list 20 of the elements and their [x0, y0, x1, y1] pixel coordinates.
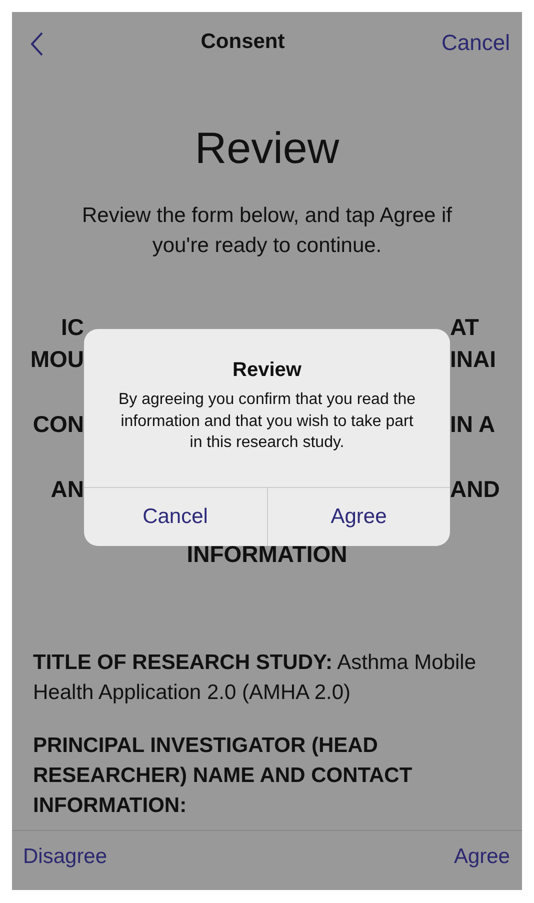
heading-text: AN — [50, 475, 84, 504]
heading-text: IN A — [450, 410, 496, 439]
alert-button[interactable]: Agree — [266, 488, 450, 546]
heading-text: CON — [32, 410, 84, 439]
page-title: Review — [194, 127, 340, 171]
section-text: TITLE OF RESEARCH STUDY: Asthma Mobile Health Application 2.0 (AMHA 2.0) — [33, 650, 477, 706]
heading-text: AT — [450, 313, 480, 342]
back-chevron-icon — [30, 32, 44, 56]
nav-title: Consent — [200, 29, 285, 56]
heading-text: INAI — [450, 345, 497, 374]
heading-text: IC — [60, 313, 84, 342]
agree-button[interactable]: Agree — [454, 840, 510, 872]
heading-text: MOU — [29, 345, 84, 374]
section-text: PRINCIPAL INVESTIGATOR (HEAD RESEARCHER) NAME AND CONTACT INFORMATION: — [33, 733, 414, 819]
disagree-button[interactable]: Disagree — [23, 840, 108, 872]
heading-text: AND — [450, 475, 501, 504]
cancel-button[interactable]: Cancel — [442, 26, 510, 58]
alert-message: By agreeing you confirm that you read the information and that you wish to take part in this research study. — [117, 390, 417, 453]
instructions-text: Review the form below, and tap Agree if you're ready to continue. — [80, 203, 454, 259]
alert-title: Review — [232, 358, 302, 383]
